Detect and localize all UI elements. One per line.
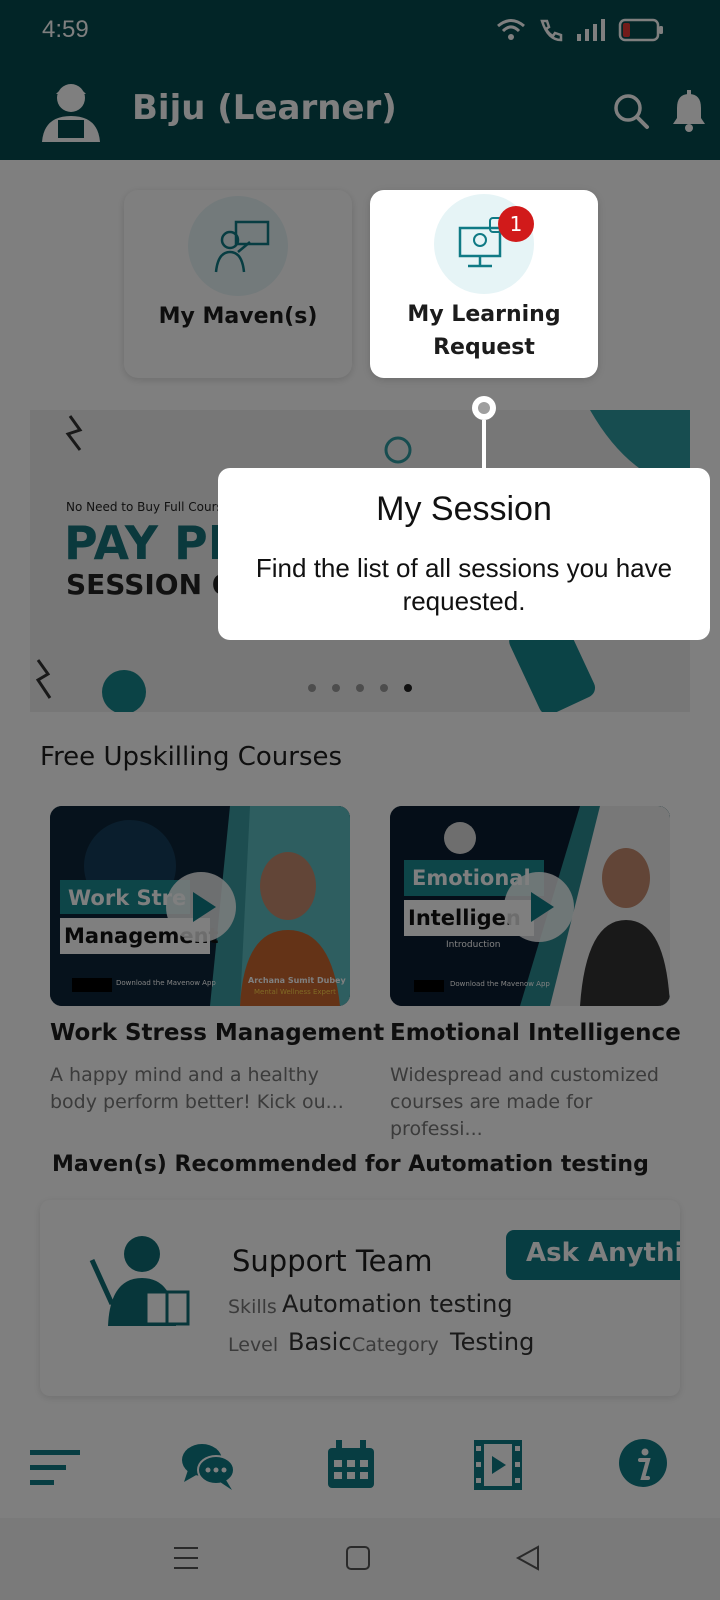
request-count-badge: 1 (498, 206, 534, 242)
tooltip-connector (482, 420, 486, 470)
tooltip-anchor-dot (472, 396, 496, 420)
tooltip-description: Find the list of all sessions you have r… (255, 553, 673, 616)
tour-tooltip[interactable]: My Session Find the list of all sessions… (218, 468, 710, 640)
learning-request-label-line1: My Learning (407, 302, 561, 327)
my-learning-request-card[interactable]: 1 My Learning Request (370, 190, 598, 378)
tooltip-title: My Session (376, 490, 552, 528)
learning-request-label-line2: Request (433, 335, 535, 360)
tour-overlay[interactable] (0, 0, 720, 1600)
